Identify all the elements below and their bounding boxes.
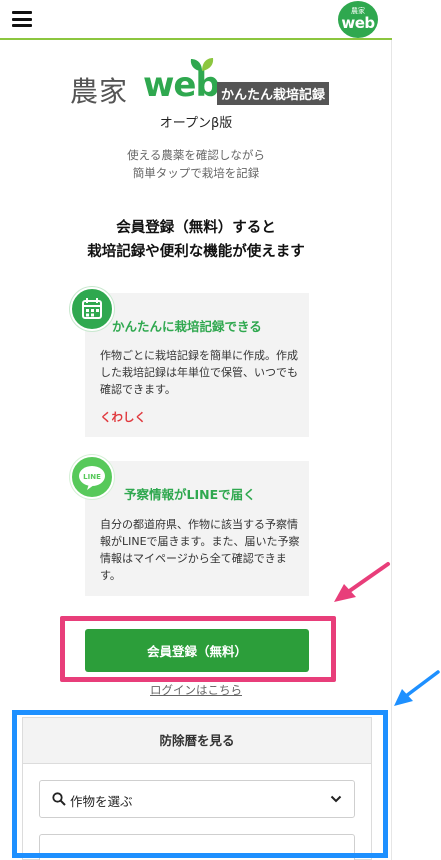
headline-line-1: 会員登録（無料）すると xyxy=(116,220,276,236)
feature-body-line: 自分の都道府県、作物に該当する予察情報がLINEで届きます。また、届いた予察情報… xyxy=(100,518,300,582)
logo-web: web xyxy=(143,65,220,105)
hero-logo: 農家 web かんたん栽培記録 xyxy=(70,58,340,110)
tagline-line-2: 簡単タップで栽培を記録 xyxy=(132,166,260,180)
login-link[interactable]: ログインはこちら xyxy=(0,682,392,698)
hamburger-icon[interactable] xyxy=(12,11,32,27)
tagline-line-1: 使える農薬を確認しながら xyxy=(127,148,265,162)
header-logo-small: 農家 xyxy=(351,7,365,15)
headline-line-2: 栽培記録や便利な機能が使えます xyxy=(87,244,305,260)
header-logo-web: web xyxy=(341,14,375,32)
line-icon-text: LINE xyxy=(83,473,101,481)
panel-highlight-frame xyxy=(12,710,388,858)
logo-kanji: 農家 xyxy=(70,75,129,108)
app-header: 農家 web xyxy=(0,0,392,40)
feature-title-line: 予察情報がLINEで届く xyxy=(124,487,256,502)
calendar-icon xyxy=(70,287,114,331)
register-button[interactable]: 会員登録（無料） xyxy=(85,629,309,672)
pink-arrow-icon xyxy=(334,562,390,602)
header-logo[interactable]: 農家 web xyxy=(338,1,378,38)
beta-label: オープンβ版 xyxy=(159,116,233,131)
tagline: 使える農薬を確認しながら 簡単タップで栽培を記録 xyxy=(0,146,392,182)
feature-body-records: 作物ごとに栽培記録を簡単に作成。作成した栽培記録は年単位で保管、いつでも確認でき… xyxy=(100,349,298,396)
signup-headline: 会員登録（無料）すると 栽培記録や便利な機能が使えます xyxy=(0,216,392,264)
feature-title-records: かんたんに栽培記録できる xyxy=(112,319,262,334)
logo-subtitle: かんたん栽培記録 xyxy=(217,82,330,105)
outer-margin xyxy=(393,0,441,860)
details-link[interactable]: くわしく xyxy=(100,409,146,425)
blue-arrow-icon xyxy=(394,670,440,706)
leaf-icon xyxy=(190,58,214,71)
line-icon: LINE xyxy=(70,455,114,499)
page: 農家 web 農家 web かんたん栽培記録 オープンβ版 使える農薬を確認しな… xyxy=(0,0,392,860)
